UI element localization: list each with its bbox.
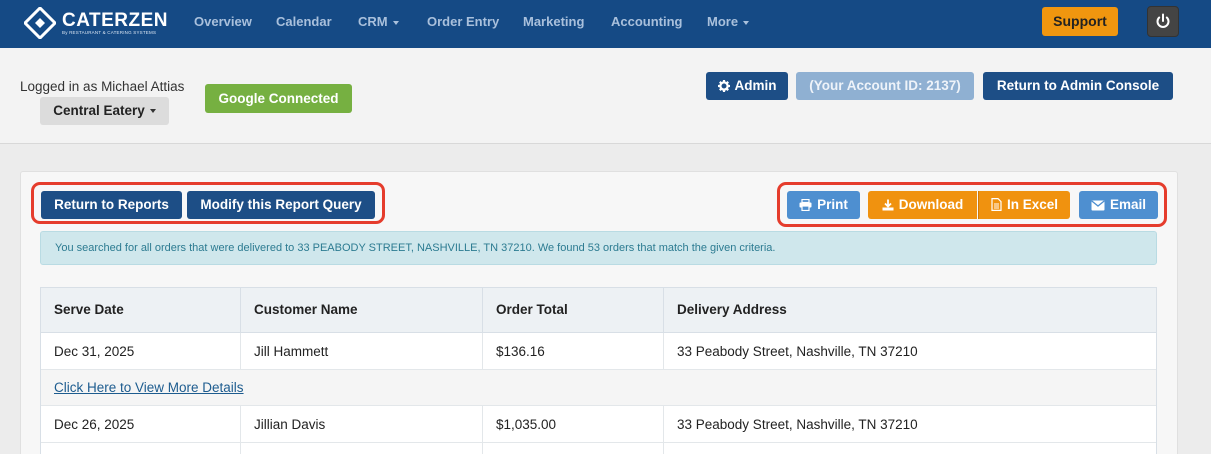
- logo-diamond-icon: [22, 5, 58, 41]
- nav-more[interactable]: More: [707, 14, 750, 29]
- support-button[interactable]: Support: [1042, 7, 1118, 36]
- gear-icon: [717, 80, 730, 92]
- nav-overview[interactable]: Overview: [194, 14, 252, 29]
- nav-marketing[interactable]: Marketing: [523, 14, 584, 29]
- nav-crm[interactable]: CRM: [358, 14, 399, 29]
- detail-row: Click Here to View More Details: [41, 370, 1156, 406]
- logged-in-text: Logged in as Michael Attias: [20, 79, 185, 94]
- left-actions-highlight: [31, 182, 385, 224]
- table-row: Dec 26, 2025 Jillian Davis $1,035.00 33 …: [41, 406, 1156, 443]
- column-header-customer-name[interactable]: Customer Name: [241, 288, 483, 333]
- logo-subtitle: By RESTAURANT & CATERING SYSTEMS: [62, 29, 157, 35]
- search-info-alert: You searched for all orders that were de…: [40, 231, 1157, 265]
- cell-customer-name: Jill Hammett: [241, 333, 483, 370]
- admin-button[interactable]: Admin: [706, 72, 788, 100]
- table-row: Dec 31, 2025 Jill Hammett $136.16 33 Pea…: [41, 333, 1156, 370]
- account-id-badge: (Your Account ID: 2137): [796, 72, 974, 100]
- cell-customer-name: Jillian Davis: [241, 406, 483, 443]
- nav-calendar[interactable]: Calendar: [276, 14, 332, 29]
- google-connected-button[interactable]: Google Connected: [205, 84, 352, 113]
- table-header: Serve Date Customer Name Order Total Del…: [41, 288, 1156, 333]
- logo-name: CATERZEN: [62, 9, 169, 31]
- nav-accounting[interactable]: Accounting: [611, 14, 683, 29]
- location-dropdown[interactable]: Central Eatery: [40, 97, 169, 125]
- nav-order-entry[interactable]: Order Entry: [427, 14, 499, 29]
- chevron-down-icon: [149, 109, 156, 114]
- view-more-details-link[interactable]: Click Here to View More Details: [54, 370, 244, 406]
- power-icon: [1156, 13, 1170, 28]
- column-header-delivery-address[interactable]: Delivery Address: [664, 288, 1156, 333]
- cell-order-total: $1,035.00: [483, 406, 664, 443]
- top-navbar: CATERZEN By RESTAURANT & CATERING SYSTEM…: [0, 0, 1211, 48]
- cell-delivery-address: 33 Peabody Street, Nashville, TN 37210: [677, 417, 918, 432]
- logout-button[interactable]: [1147, 6, 1179, 37]
- column-header-order-total[interactable]: Order Total: [483, 288, 664, 333]
- orders-table: Serve Date Customer Name Order Total Del…: [40, 287, 1157, 454]
- chevron-down-icon: [743, 20, 750, 25]
- return-to-admin-console-button[interactable]: Return to Admin Console: [983, 72, 1173, 100]
- chevron-down-icon: [392, 20, 399, 25]
- right-actions-highlight: [777, 182, 1167, 227]
- cell-delivery-address: 33 Peabody Street, Nashville, TN 37210: [677, 344, 918, 359]
- cell-order-total: $136.16: [483, 333, 664, 370]
- cell-serve-date: Dec 31, 2025: [41, 333, 241, 370]
- cell-serve-date: Dec 26, 2025: [41, 406, 241, 443]
- column-header-serve-date[interactable]: Serve Date: [41, 288, 241, 333]
- caterzen-logo[interactable]: CATERZEN By RESTAURANT & CATERING SYSTEM…: [22, 5, 169, 41]
- table-row: [41, 443, 1156, 454]
